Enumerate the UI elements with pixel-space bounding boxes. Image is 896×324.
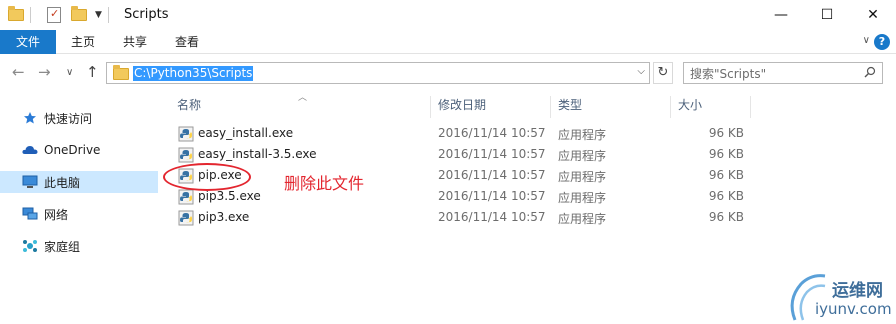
sidebar-item-network[interactable]: 网络 xyxy=(0,203,158,225)
column-divider[interactable] xyxy=(550,96,551,118)
quick-access-toolbar: ▼ xyxy=(8,5,115,25)
watermark: 运维网 iyunv.com xyxy=(785,270,895,324)
close-button[interactable]: ✕ xyxy=(850,0,896,30)
file-size: 96 KB xyxy=(708,210,744,224)
customize-qat-icon[interactable]: ▼ xyxy=(95,10,102,20)
file-name[interactable]: easy_install-3.5.exe xyxy=(198,147,317,161)
file-size: 96 KB xyxy=(708,126,744,140)
network-icon xyxy=(22,207,38,221)
file-type: 应用程序 xyxy=(558,212,607,226)
file-date: 2016/11/14 10:57 xyxy=(438,126,546,140)
computer-icon xyxy=(22,175,38,189)
python-file-icon xyxy=(178,210,194,226)
watermark-url: iyunv.com xyxy=(815,300,892,318)
python-file-icon xyxy=(178,189,194,205)
column-header-date[interactable]: 修改日期 xyxy=(438,96,486,116)
annotation-text: 删除此文件 xyxy=(284,174,365,193)
file-name[interactable]: easy_install.exe xyxy=(198,126,293,140)
file-row[interactable]: pip3.5.exe 2016/11/14 10:57 应用程序 96 KB xyxy=(174,186,754,207)
file-row[interactable]: pip3.exe 2016/11/14 10:57 应用程序 96 KB xyxy=(174,207,754,228)
column-divider[interactable] xyxy=(670,96,671,118)
sidebar-item-onedrive[interactable]: OneDrive xyxy=(0,139,158,161)
file-type: 应用程序 xyxy=(558,149,607,163)
refresh-button[interactable]: ↻ xyxy=(653,62,673,84)
search-input[interactable] xyxy=(690,66,850,81)
file-name[interactable]: pip3.5.exe xyxy=(198,189,261,203)
file-size: 96 KB xyxy=(708,147,744,161)
window-title: Scripts xyxy=(124,7,169,22)
python-file-icon xyxy=(178,147,194,163)
column-header-size[interactable]: 大小 xyxy=(678,96,702,116)
new-folder-icon[interactable] xyxy=(71,6,87,21)
sidebar-item-label: 家庭组 xyxy=(44,239,81,254)
sidebar-item-homegroup[interactable]: 家庭组 xyxy=(0,235,158,257)
column-header-type[interactable]: 类型 xyxy=(558,96,582,116)
file-size: 96 KB xyxy=(708,168,744,182)
sidebar-item-quick-access[interactable]: 快速访问 xyxy=(0,107,158,129)
ribbon: 文件 主页 共享 查看 ∨ ? xyxy=(0,30,896,54)
tab-view[interactable]: 查看 xyxy=(164,30,210,54)
python-file-icon xyxy=(178,126,194,142)
column-header-name[interactable]: 名称 xyxy=(177,96,201,116)
chevron-down-icon[interactable]: ⌵ xyxy=(637,66,645,77)
properties-icon[interactable] xyxy=(47,7,61,23)
divider xyxy=(30,7,31,23)
file-date: 2016/11/14 10:57 xyxy=(438,147,546,161)
divider xyxy=(107,7,109,23)
sort-ascending-icon: ︿ xyxy=(298,93,308,103)
file-date: 2016/11/14 10:57 xyxy=(438,189,546,203)
recent-locations-button[interactable]: ∨ xyxy=(66,67,73,78)
file-date: 2016/11/14 10:57 xyxy=(438,210,546,224)
folder-icon xyxy=(113,65,129,80)
file-row[interactable]: pip.exe 2016/11/14 10:57 应用程序 96 KB xyxy=(174,165,754,186)
folder-icon xyxy=(8,6,24,21)
file-type: 应用程序 xyxy=(558,170,607,184)
maximize-button[interactable]: ☐ xyxy=(804,0,850,30)
address-text[interactable]: C:\Python35\Scripts xyxy=(133,66,254,81)
address-bar[interactable]: C:\Python35\Scripts ⌵ xyxy=(106,62,650,84)
navigation-pane: 快速访问 OneDrive 此电脑 网络 家庭组 xyxy=(0,90,160,324)
file-type: 应用程序 xyxy=(558,128,607,142)
file-row[interactable]: easy_install-3.5.exe 2016/11/14 10:57 应用… xyxy=(174,144,754,165)
tab-home[interactable]: 主页 xyxy=(60,30,106,54)
tab-share[interactable]: 共享 xyxy=(112,30,158,54)
minimize-button[interactable]: — xyxy=(758,0,804,30)
column-divider[interactable] xyxy=(430,96,431,118)
expand-ribbon-icon[interactable]: ∨ xyxy=(863,35,870,46)
sidebar-item-label: 此电脑 xyxy=(44,175,81,190)
file-date: 2016/11/14 10:57 xyxy=(438,168,546,182)
file-name[interactable]: pip3.exe xyxy=(198,210,249,224)
search-box[interactable] xyxy=(683,62,883,84)
tab-file[interactable]: 文件 xyxy=(0,30,56,54)
navigation-bar: ← → ∨ ↑ C:\Python35\Scripts ⌵ ↻ xyxy=(0,55,896,89)
file-size: 96 KB xyxy=(708,189,744,203)
homegroup-icon xyxy=(22,239,38,253)
cloud-icon xyxy=(22,143,38,157)
highlight-circle xyxy=(163,163,251,191)
back-button[interactable]: ← xyxy=(12,63,25,81)
search-icon[interactable] xyxy=(864,66,876,78)
sidebar-item-label: OneDrive xyxy=(44,143,101,157)
file-row[interactable]: easy_install.exe 2016/11/14 10:57 应用程序 9… xyxy=(174,123,754,144)
file-type: 应用程序 xyxy=(558,191,607,205)
column-divider[interactable] xyxy=(750,96,751,118)
sidebar-item-this-pc[interactable]: 此电脑 xyxy=(0,171,158,193)
title-bar: ▼ Scripts — ☐ ✕ xyxy=(0,0,896,30)
forward-button[interactable]: → xyxy=(38,63,51,81)
sidebar-item-label: 快速访问 xyxy=(44,111,93,126)
watermark-title: 运维网 xyxy=(832,281,883,301)
star-pin-icon xyxy=(22,111,38,125)
help-icon[interactable]: ? xyxy=(874,34,890,50)
up-button[interactable]: ↑ xyxy=(86,63,99,81)
sidebar-item-label: 网络 xyxy=(44,207,69,222)
